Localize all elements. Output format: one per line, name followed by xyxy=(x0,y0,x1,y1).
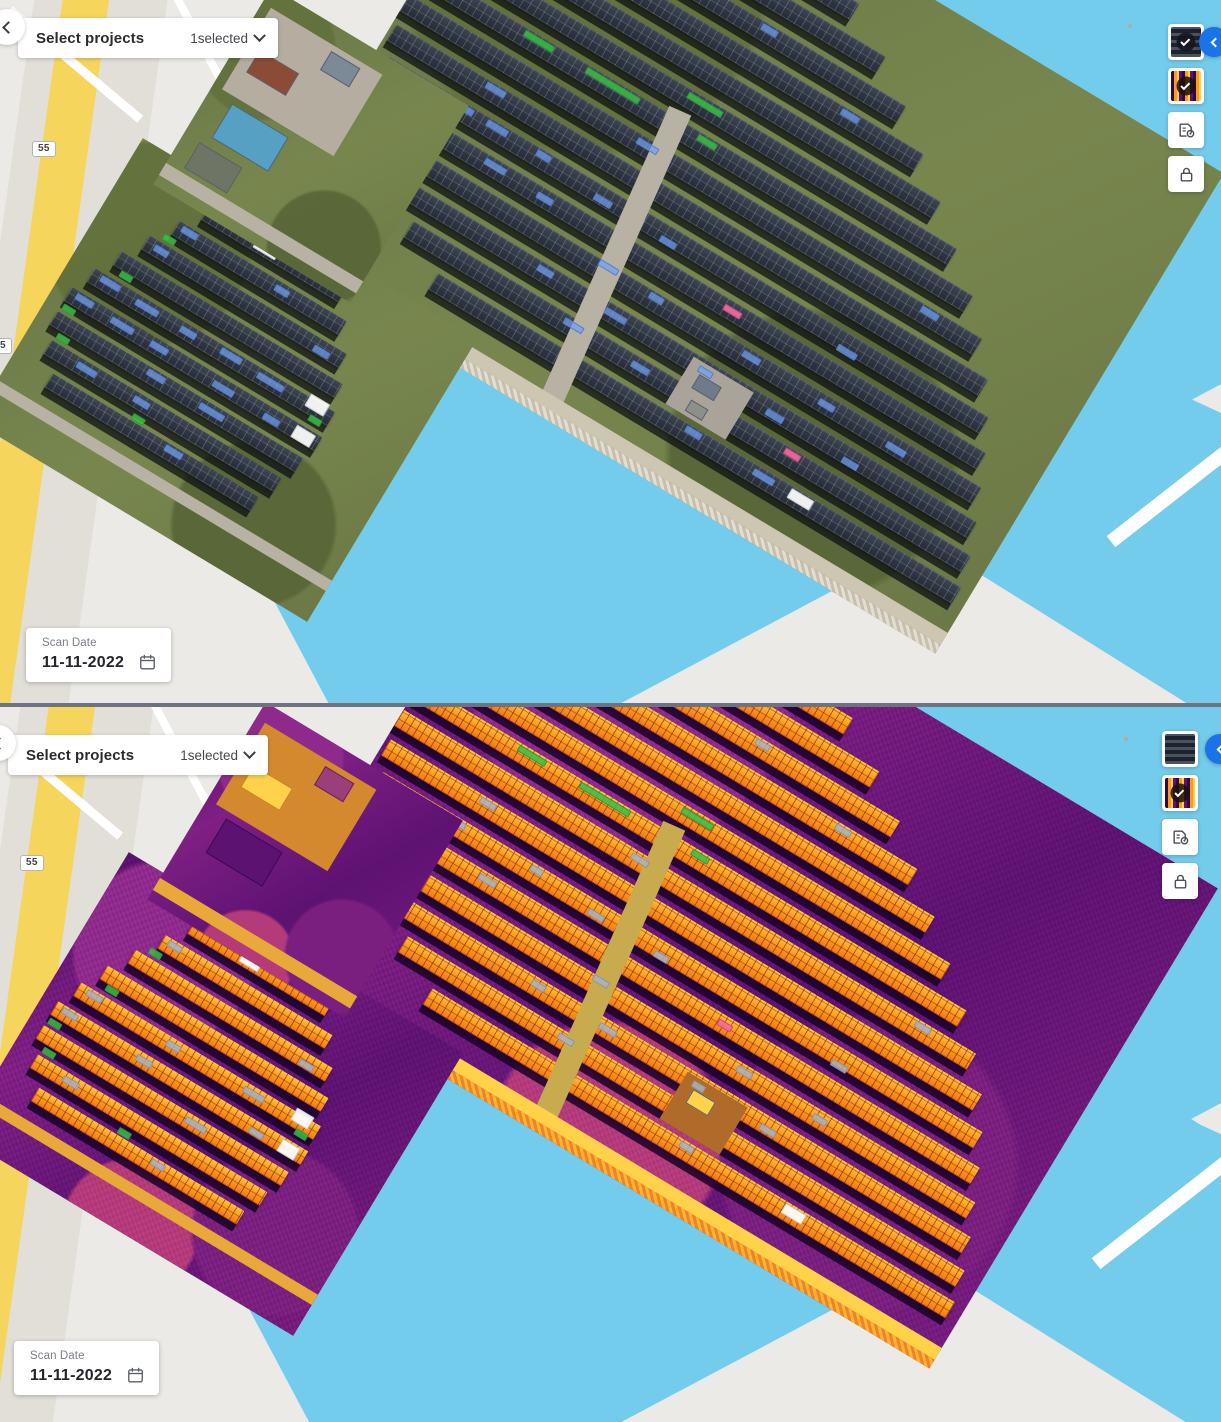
scan-date-label: Scan Date xyxy=(30,1350,85,1362)
scan-date-label: Scan Date xyxy=(42,637,97,649)
scan-date-card[interactable]: Scan Date 11-11-2022 xyxy=(14,1341,160,1395)
report-button[interactable] xyxy=(1168,112,1204,148)
chevron-left-icon xyxy=(1216,744,1221,754)
thermal-layer-button[interactable] xyxy=(1168,68,1204,104)
lock-button[interactable] xyxy=(1168,156,1204,192)
report-icon xyxy=(1178,122,1194,138)
rgb-layer-button[interactable] xyxy=(1162,731,1198,767)
orthomosaic-rgb[interactable] xyxy=(0,0,1221,703)
orthomosaic-thermal[interactable] xyxy=(0,707,1221,1422)
lock-button[interactable] xyxy=(1162,863,1198,899)
lock-icon xyxy=(1174,874,1186,889)
report-button[interactable] xyxy=(1162,819,1198,855)
layer-toolbar[interactable] xyxy=(1168,24,1204,192)
projects-selector-bar[interactable]: Select projects 1selected xyxy=(8,735,269,775)
panel-divider xyxy=(0,703,1221,707)
projects-selection-label: 1selected xyxy=(180,747,239,763)
solar-inspection-split-view: 55 5 本店 xyxy=(0,0,1221,1422)
chevron-down-icon xyxy=(253,28,266,42)
check-icon xyxy=(1176,76,1196,96)
projects-title: Select projects xyxy=(26,746,135,764)
check-icon xyxy=(1170,783,1190,803)
check-icon xyxy=(1176,32,1196,52)
projects-selection-label: 1selected xyxy=(190,30,249,46)
report-icon xyxy=(1172,829,1188,845)
calendar-icon[interactable] xyxy=(126,1366,145,1385)
scan-date-value: 11-11-2022 xyxy=(30,1366,113,1384)
scan-date-value: 11-11-2022 xyxy=(42,653,125,671)
expand-panel-button[interactable] xyxy=(1199,27,1221,57)
rgb-thumbnail-icon xyxy=(1165,734,1195,764)
projects-selection[interactable]: 1selected xyxy=(190,28,266,46)
layer-toolbar[interactable] xyxy=(1162,731,1198,899)
thermal-layer-button[interactable] xyxy=(1162,775,1198,811)
chevron-left-icon xyxy=(1210,37,1220,47)
rgb-map-panel[interactable]: 55 5 本店 xyxy=(0,0,1221,703)
projects-title: Select projects xyxy=(36,29,145,47)
chevron-down-icon xyxy=(243,745,256,759)
projects-selection[interactable]: 1selected xyxy=(180,745,256,763)
thermal-map-panel[interactable]: 55 55 本店 xyxy=(0,707,1221,1422)
chevron-left-icon xyxy=(0,736,6,750)
chevron-left-icon xyxy=(2,20,15,34)
lock-icon xyxy=(1180,167,1192,182)
calendar-icon[interactable] xyxy=(138,653,157,672)
projects-selector-bar[interactable]: Select projects 1selected xyxy=(18,18,279,58)
scan-date-card[interactable]: Scan Date 11-11-2022 xyxy=(26,628,172,682)
